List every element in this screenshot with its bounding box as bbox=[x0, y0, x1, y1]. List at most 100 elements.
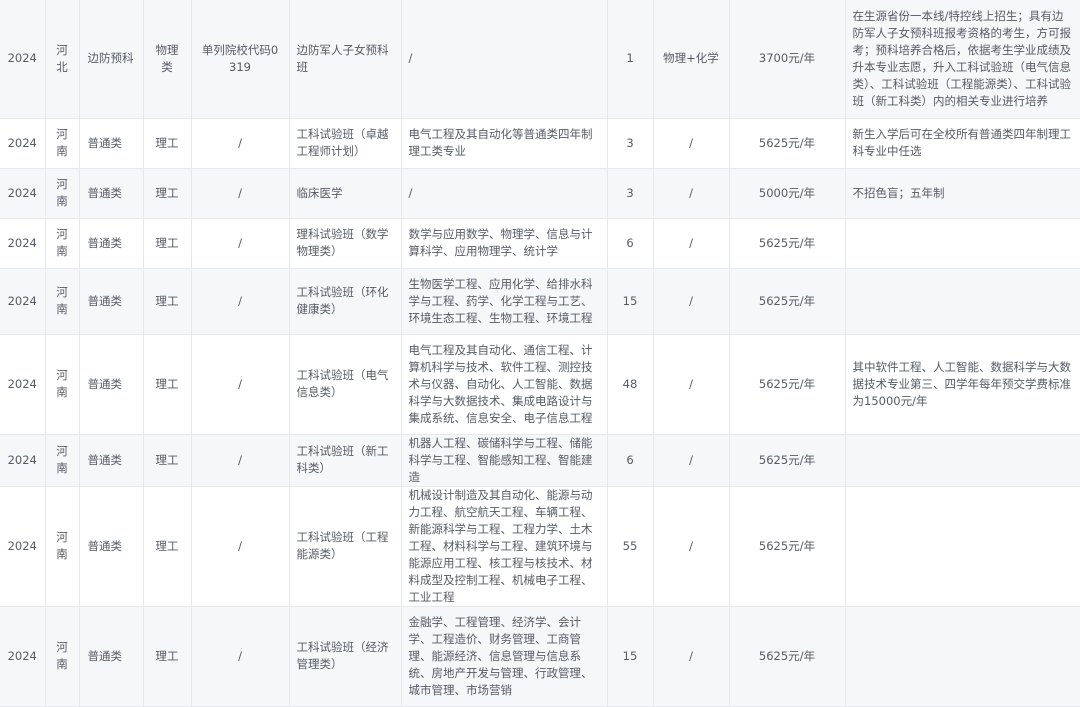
table-row: 2024 河南 普通类 理工 / 工科试验班（电气信息类） 电气工程及其自动化、通信工程、计… bbox=[0, 334, 1080, 435]
admission-plan-table: 2024 河北 边防预科 物理类 单列院校代码0319 边防军人子女预科班/1 物理+化学 3… bbox=[0, 0, 1080, 707]
batch-cell: 普通类 bbox=[79, 486, 144, 607]
school-code-cell: / bbox=[191, 168, 290, 219]
tuition-cell: 5625元/年 bbox=[729, 334, 846, 435]
subject-type-cell: 物理类 bbox=[143, 0, 192, 119]
included-majors-cell: 机械设计制造及其自动化、能源与动力工程、航空航天工程、车辆工程、新能源科学与工程… bbox=[401, 486, 608, 607]
table-row: 2024 河南 普通类 理工 / 工科试验班（新工科类） 机器人工程、碳储科学与工程、储能科… bbox=[0, 434, 1080, 487]
tuition-cell: 5000元/年 bbox=[729, 168, 846, 219]
notes-cell: 其中软件工程、人工智能、数据科学与大数据技术专业第三、四学年每年预交学费标准为1… bbox=[845, 334, 1080, 435]
table-row: 2024 河南 普通类 理工 / 工科试验班（环化健康类） 生物医学工程、应用化学、给排水科… bbox=[0, 268, 1080, 335]
table-row: 2024 河南 普通类 理工 / 临床医学/3/5000元/年 不招色盲；五年制 bbox=[0, 168, 1080, 219]
year-cell: 2024 bbox=[0, 268, 46, 335]
major-cell: 工科试验班（新工科类） bbox=[289, 434, 402, 487]
school-code-cell: / bbox=[191, 218, 290, 269]
plan-count-cell: 1 bbox=[607, 0, 654, 119]
plan-count-cell: 15 bbox=[607, 606, 654, 707]
batch-cell: 边防预科 bbox=[79, 0, 144, 119]
school-code-cell: / bbox=[191, 606, 290, 707]
subject-requirement-cell: / bbox=[653, 168, 730, 219]
batch-cell: 普通类 bbox=[79, 268, 144, 335]
table-row: 2024 河南 普通类 理工 / 工科试验班（经济管理类） 金融学、工程管理、经济学、会计学… bbox=[0, 606, 1080, 707]
subject-type-cell: 理工 bbox=[143, 168, 192, 219]
province-cell: 河南 bbox=[45, 434, 80, 487]
plan-count-cell: 3 bbox=[607, 118, 654, 169]
tuition-cell: 3700元/年 bbox=[729, 0, 846, 119]
notes-cell: 在生源省份一本线/特控线上招生；具有边防军人子女预科班报考资格的考生，方可报考；… bbox=[845, 0, 1080, 119]
year-cell: 2024 bbox=[0, 334, 46, 435]
major-cell: 边防军人子女预科班 bbox=[289, 0, 402, 119]
major-cell: 理科试验班（数学物理类） bbox=[289, 218, 402, 269]
major-cell: 工科试验班（卓越工程师计划） bbox=[289, 118, 402, 169]
province-cell: 河南 bbox=[45, 268, 80, 335]
subject-type-cell: 理工 bbox=[143, 434, 192, 487]
batch-cell: 普通类 bbox=[79, 118, 144, 169]
notes-cell bbox=[845, 268, 1080, 335]
table-row: 2024 河北 边防预科 物理类 单列院校代码0319 边防军人子女预科班/1 物理+化学 3… bbox=[0, 0, 1080, 119]
province-cell: 河南 bbox=[45, 486, 80, 607]
batch-cell: 普通类 bbox=[79, 168, 144, 219]
tuition-cell: 5625元/年 bbox=[729, 118, 846, 169]
major-cell: 工科试验班（工程能源类） bbox=[289, 486, 402, 607]
subject-requirement-cell: / bbox=[653, 334, 730, 435]
province-cell: 河南 bbox=[45, 168, 80, 219]
subject-requirement-cell: / bbox=[653, 218, 730, 269]
subject-type-cell: 理工 bbox=[143, 334, 192, 435]
school-code-cell: / bbox=[191, 268, 290, 335]
subject-requirement-cell: / bbox=[653, 606, 730, 707]
table-row: 2024 河南 普通类 理工 / 理科试验班（数学物理类） 数学与应用数学、物理学、信息与计… bbox=[0, 218, 1080, 269]
tuition-cell: 5625元/年 bbox=[729, 268, 846, 335]
plan-count-cell: 6 bbox=[607, 218, 654, 269]
included-majors-cell: 生物医学工程、应用化学、给排水科学与工程、药学、化学工程与工艺、环境生态工程、生… bbox=[401, 268, 608, 335]
tuition-cell: 5625元/年 bbox=[729, 606, 846, 707]
school-code-cell: / bbox=[191, 486, 290, 607]
subject-type-cell: 理工 bbox=[143, 486, 192, 607]
province-cell: 河南 bbox=[45, 334, 80, 435]
subject-requirement-cell: / bbox=[653, 434, 730, 487]
notes-cell bbox=[845, 434, 1080, 487]
tuition-cell: 5625元/年 bbox=[729, 434, 846, 487]
included-majors-cell: 机器人工程、碳储科学与工程、储能科学与工程、智能感知工程、智能建造 bbox=[401, 434, 608, 487]
included-majors-cell: / bbox=[401, 168, 608, 219]
year-cell: 2024 bbox=[0, 218, 46, 269]
notes-cell: 新生入学后可在全校所有普通类四年制理工科专业中任选 bbox=[845, 118, 1080, 169]
school-code-cell: / bbox=[191, 334, 290, 435]
province-cell: 河南 bbox=[45, 218, 80, 269]
school-code-cell: / bbox=[191, 118, 290, 169]
school-code-cell: / bbox=[191, 434, 290, 487]
subject-requirement-cell: 物理+化学 bbox=[653, 0, 730, 119]
table-row: 2024 河南 普通类 理工 / 工科试验班（卓越工程师计划） 电气工程及其自动化等普通类四… bbox=[0, 118, 1080, 169]
province-cell: 河北 bbox=[45, 0, 80, 119]
included-majors-cell: 数学与应用数学、物理学、信息与计算科学、应用物理学、统计学 bbox=[401, 218, 608, 269]
subject-type-cell: 理工 bbox=[143, 118, 192, 169]
major-cell: 工科试验班（环化健康类） bbox=[289, 268, 402, 335]
batch-cell: 普通类 bbox=[79, 606, 144, 707]
year-cell: 2024 bbox=[0, 0, 46, 119]
plan-count-cell: 6 bbox=[607, 434, 654, 487]
plan-count-cell: 48 bbox=[607, 334, 654, 435]
notes-cell bbox=[845, 218, 1080, 269]
school-code-cell: 单列院校代码0319 bbox=[191, 0, 290, 119]
province-cell: 河南 bbox=[45, 606, 80, 707]
year-cell: 2024 bbox=[0, 486, 46, 607]
table-row: 2024 河南 普通类 理工 / 工科试验班（工程能源类） 机械设计制造及其自动化、能源与动… bbox=[0, 486, 1080, 607]
subject-requirement-cell: / bbox=[653, 486, 730, 607]
year-cell: 2024 bbox=[0, 168, 46, 219]
tuition-cell: 5625元/年 bbox=[729, 486, 846, 607]
notes-cell bbox=[845, 486, 1080, 607]
major-cell: 临床医学 bbox=[289, 168, 402, 219]
notes-cell bbox=[845, 606, 1080, 707]
plan-count-cell: 55 bbox=[607, 486, 654, 607]
year-cell: 2024 bbox=[0, 118, 46, 169]
included-majors-cell: 电气工程及其自动化、通信工程、计算机科学与技术、软件工程、测控技术与仪器、自动化… bbox=[401, 334, 608, 435]
included-majors-cell: 电气工程及其自动化等普通类四年制理工类专业 bbox=[401, 118, 608, 169]
major-cell: 工科试验班（电气信息类） bbox=[289, 334, 402, 435]
year-cell: 2024 bbox=[0, 434, 46, 487]
subject-requirement-cell: / bbox=[653, 118, 730, 169]
plan-count-cell: 3 bbox=[607, 168, 654, 219]
notes-cell: 不招色盲；五年制 bbox=[845, 168, 1080, 219]
subject-requirement-cell: / bbox=[653, 268, 730, 335]
included-majors-cell: 金融学、工程管理、经济学、会计学、工程造价、财务管理、工商管理、能源经济、信息管… bbox=[401, 606, 608, 707]
batch-cell: 普通类 bbox=[79, 434, 144, 487]
major-cell: 工科试验班（经济管理类） bbox=[289, 606, 402, 707]
plan-count-cell: 15 bbox=[607, 268, 654, 335]
